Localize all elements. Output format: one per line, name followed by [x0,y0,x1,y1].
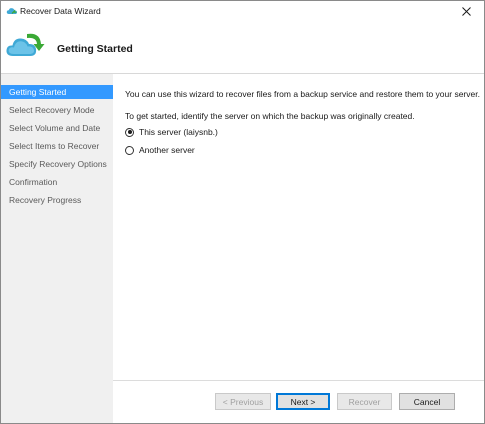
wizard-steps-sidebar: Getting Started Select Recovery Mode Sel… [1,74,113,423]
title-bar: Recover Data Wizard [1,1,484,23]
step-recovery-progress[interactable]: Recovery Progress [1,193,113,207]
previous-button[interactable]: < Previous [215,393,271,410]
cloud-icon [6,8,18,14]
this-server-label: This server (laiysnb.) [139,127,218,137]
footer-divider [113,380,484,381]
another-server-label: Another server [139,145,195,155]
wizard-header: Getting Started [1,23,484,73]
server-prompt: To get started, identify the server on w… [125,111,415,121]
next-button[interactable]: Next > [276,393,330,410]
step-select-volume-and-date[interactable]: Select Volume and Date [1,121,113,135]
another-server-radio[interactable] [125,145,134,155]
step-getting-started[interactable]: Getting Started [1,85,113,99]
page-title: Getting Started [57,43,133,55]
step-select-recovery-mode[interactable]: Select Recovery Mode [1,103,113,117]
wizard-description: You can use this wizard to recover files… [125,89,480,99]
another-server-option[interactable]: Another server [125,144,195,156]
this-server-option[interactable]: This server (laiysnb.) [125,126,218,138]
step-select-items-to-recover[interactable]: Select Items to Recover [1,139,113,153]
cloud-restore-icon [6,33,45,56]
window-title: Recover Data Wizard [20,6,101,16]
this-server-radio[interactable] [125,127,134,137]
step-confirmation[interactable]: Confirmation [1,175,113,189]
wizard-content: You can use this wizard to recover files… [113,74,484,423]
step-specify-recovery-options[interactable]: Specify Recovery Options [1,157,113,171]
cancel-button[interactable]: Cancel [399,393,455,410]
recover-data-wizard-window: Recover Data Wizard Getting Started Gett… [0,0,485,424]
close-icon [461,6,471,16]
close-button[interactable] [452,2,480,20]
recover-button[interactable]: Recover [337,393,392,410]
